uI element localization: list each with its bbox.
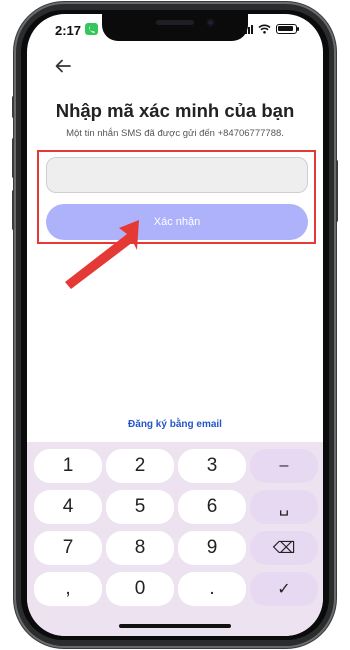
page-subtitle: Một tin nhắn SMS đã được gửi đến +847067… xyxy=(66,128,284,139)
key-comma[interactable]: , xyxy=(34,572,102,606)
key-backspace[interactable]: ⌫ xyxy=(250,531,318,565)
key-dash[interactable]: – xyxy=(250,449,318,483)
arrow-left-icon xyxy=(55,59,71,73)
speaker xyxy=(156,20,194,25)
status-time: 2:17 xyxy=(55,23,82,38)
email-signup-link[interactable]: Đăng ký bằng email xyxy=(27,419,323,430)
notch xyxy=(102,14,248,41)
confirm-button-label: Xác nhận xyxy=(153,216,201,228)
status-icons xyxy=(242,24,299,34)
key-7[interactable]: 7 xyxy=(34,531,102,565)
numeric-keypad: 1 2 3 – 4 5 6 ␣ 7 8 9 ⌫ , 0 . ✓ xyxy=(27,442,323,636)
annotation-arrow xyxy=(65,220,139,289)
key-4[interactable]: 4 xyxy=(34,490,102,524)
back-button[interactable] xyxy=(55,57,71,77)
key-9[interactable]: 9 xyxy=(178,531,246,565)
key-2[interactable]: 2 xyxy=(106,449,174,483)
key-space[interactable]: ␣ xyxy=(250,490,318,524)
battery-icon xyxy=(276,24,299,34)
phone-screen: 2:17 Nhập mã xác minh của bạn Một tin nh… xyxy=(27,14,323,636)
key-6[interactable]: 6 xyxy=(178,490,246,524)
verification-code-input[interactable] xyxy=(46,157,308,193)
key-done[interactable]: ✓ xyxy=(250,572,318,606)
key-8[interactable]: 8 xyxy=(106,531,174,565)
home-indicator xyxy=(119,624,231,628)
signal-icon xyxy=(242,24,253,34)
page-title: Nhập mã xác minh của bạn xyxy=(55,100,295,121)
key-0[interactable]: 0 xyxy=(106,572,174,606)
key-5[interactable]: 5 xyxy=(106,490,174,524)
key-3[interactable]: 3 xyxy=(178,449,246,483)
call-icon xyxy=(85,23,98,35)
wifi-icon xyxy=(258,24,271,34)
key-period[interactable]: . xyxy=(178,572,246,606)
key-1[interactable]: 1 xyxy=(34,449,102,483)
front-camera xyxy=(206,18,215,27)
